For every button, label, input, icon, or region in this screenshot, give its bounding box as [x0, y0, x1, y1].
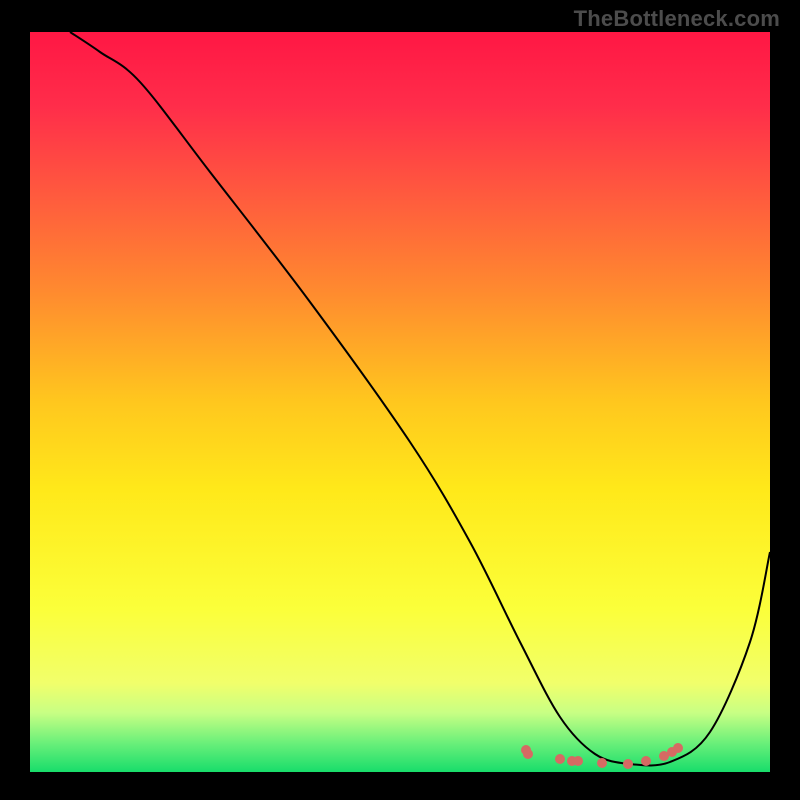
marker-dot — [555, 754, 565, 764]
marker-dot — [573, 756, 583, 766]
marker-dot — [523, 749, 533, 759]
chart-svg — [30, 32, 770, 772]
watermark-text: TheBottleneck.com — [574, 6, 780, 32]
chart-frame: TheBottleneck.com — [0, 0, 800, 800]
chart-background — [30, 32, 770, 772]
marker-dot — [597, 758, 607, 768]
chart-plot-area — [30, 32, 770, 772]
marker-dot — [623, 759, 633, 769]
marker-dot — [673, 743, 683, 753]
marker-dot — [641, 756, 651, 766]
